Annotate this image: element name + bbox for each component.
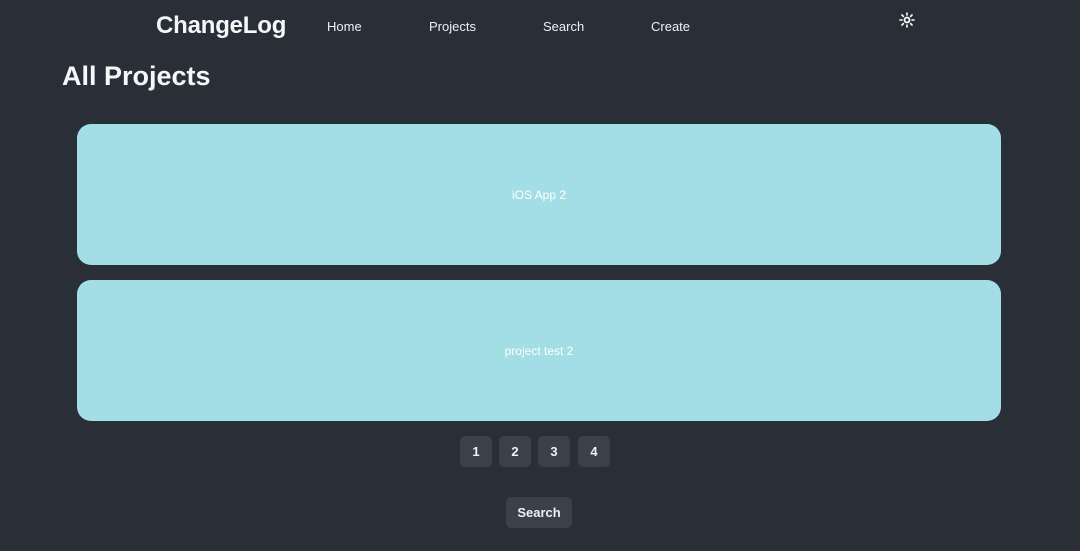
page-1-button[interactable]: 1: [460, 436, 492, 467]
project-card[interactable]: iOS App 2: [77, 124, 1001, 265]
top-navbar: ChangeLog Home Projects Search Create: [0, 0, 1080, 52]
project-card-title: iOS App 2: [511, 187, 567, 202]
theme-toggle-button[interactable]: [899, 12, 915, 28]
search-button[interactable]: Search: [506, 497, 572, 528]
project-card[interactable]: project test 2: [77, 280, 1001, 421]
project-card-title: project test 2: [504, 343, 574, 358]
nav-create[interactable]: Create: [651, 19, 690, 34]
page-3-button[interactable]: 3: [538, 436, 570, 467]
nav-home[interactable]: Home: [327, 19, 362, 34]
brand-logo[interactable]: ChangeLog: [156, 12, 286, 40]
page-title: All Projects: [62, 61, 211, 91]
page-2-button[interactable]: 2: [499, 436, 531, 467]
page-4-button[interactable]: 4: [578, 436, 610, 467]
sun-icon: [899, 12, 915, 28]
nav-search[interactable]: Search: [543, 19, 584, 34]
nav-projects[interactable]: Projects: [429, 19, 476, 34]
